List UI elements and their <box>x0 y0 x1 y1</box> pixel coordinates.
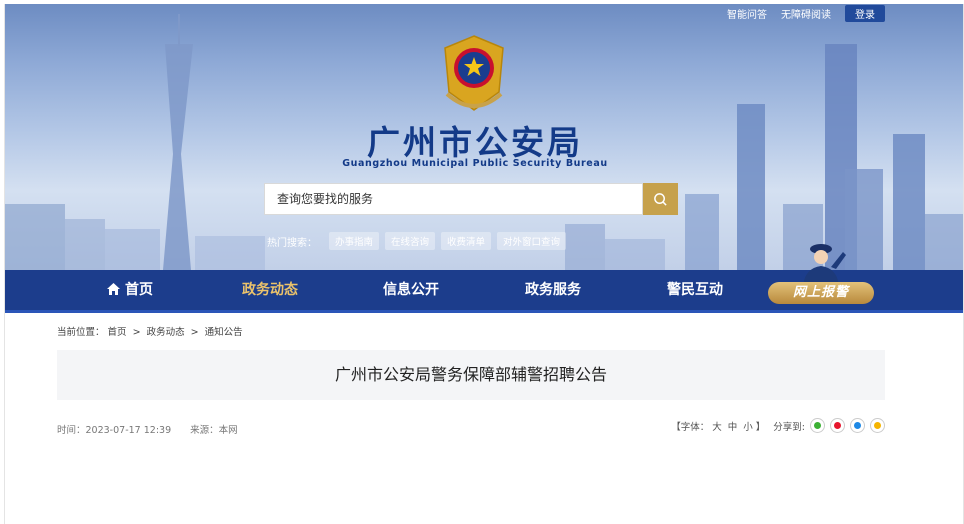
article-meta: 时间：2023-07-17 12:39 来源：本网 <box>57 422 254 436</box>
breadcrumb-gov-news[interactable]: 政务动态 <box>147 327 185 338</box>
share-label: 分享到: <box>773 421 805 433</box>
police-officer-icon <box>803 244 846 286</box>
login-button[interactable]: 登录 <box>845 5 885 22</box>
online-report-button[interactable]: 网上报警 <box>768 282 874 304</box>
font-size-small[interactable]: 小 <box>743 419 753 433</box>
nav-police-interaction[interactable]: 警民互动 <box>667 270 723 310</box>
search-icon <box>654 192 667 206</box>
hot-tag-fees[interactable]: 收费清单 <box>441 232 492 250</box>
article-title: 广州市公安局警务保障部辅警招聘公告 <box>334 365 607 384</box>
breadcrumb-separator: > <box>190 327 199 338</box>
font-size-end: 】 <box>755 421 766 433</box>
font-size-label: 【字体： <box>671 421 710 433</box>
font-size-large[interactable]: 大 <box>712 419 722 433</box>
top-links: 智能问答 无障碍阅读 登录 <box>727 5 885 22</box>
font-size-medium[interactable]: 中 <box>728 419 738 433</box>
accessibility-link[interactable]: 无障碍阅读 <box>781 6 831 21</box>
nav-home-label: 首页 <box>125 282 153 298</box>
wechat-icon[interactable] <box>810 418 825 433</box>
breadcrumb-home[interactable]: 首页 <box>108 327 127 338</box>
nav-home[interactable]: 首页 <box>107 270 153 310</box>
qq-icon[interactable] <box>850 418 865 433</box>
breadcrumb-separator: > <box>132 327 141 338</box>
breadcrumb: 当前位置： 首页 > 政务动态 > 通知公告 <box>57 324 243 338</box>
hot-search-label: 热门搜索： <box>267 237 317 249</box>
breadcrumb-label: 当前位置： <box>57 327 105 338</box>
page: 智能问答 无障碍阅读 登录 广州市公安局 Guangzhou Municipal… <box>4 4 964 524</box>
qzone-icon[interactable] <box>870 418 885 433</box>
nav-gov-services[interactable]: 政务服务 <box>525 270 581 310</box>
nav-gov-news[interactable]: 政务动态 <box>242 270 298 310</box>
nav-info-disclosure[interactable]: 信息公开 <box>383 270 439 310</box>
hot-search: 热门搜索： 办事指南 在线咨询 收费清单 对外窗口查询 <box>267 232 567 250</box>
hot-tag-consult[interactable]: 在线咨询 <box>385 232 436 250</box>
home-icon <box>107 282 120 295</box>
article-tools: 【字体： 大 中 小 】 分享到: <box>671 418 885 433</box>
hot-tag-windows[interactable]: 对外窗口查询 <box>497 232 567 250</box>
hot-tag-guide[interactable]: 办事指南 <box>329 232 380 250</box>
search-field[interactable] <box>264 183 643 215</box>
site-title-english: Guangzhou Municipal Public Security Bure… <box>342 158 608 169</box>
search-input[interactable] <box>265 184 642 214</box>
article-title-box: 广州市公安局警务保障部辅警招聘公告 <box>57 350 885 400</box>
article-time: 时间：2023-07-17 12:39 <box>57 425 172 436</box>
police-emblem-icon <box>444 35 504 111</box>
header-banner: 智能问答 无障碍阅读 登录 广州市公安局 Guangzhou Municipal… <box>5 4 963 270</box>
article-source: 来源：本网 <box>190 425 238 436</box>
breadcrumb-notices[interactable]: 通知公告 <box>205 327 243 338</box>
site-title: 广州市公安局 <box>367 123 583 162</box>
search-button[interactable] <box>643 183 678 215</box>
smart-qa-link[interactable]: 智能问答 <box>727 6 767 21</box>
weibo-icon[interactable] <box>830 418 845 433</box>
